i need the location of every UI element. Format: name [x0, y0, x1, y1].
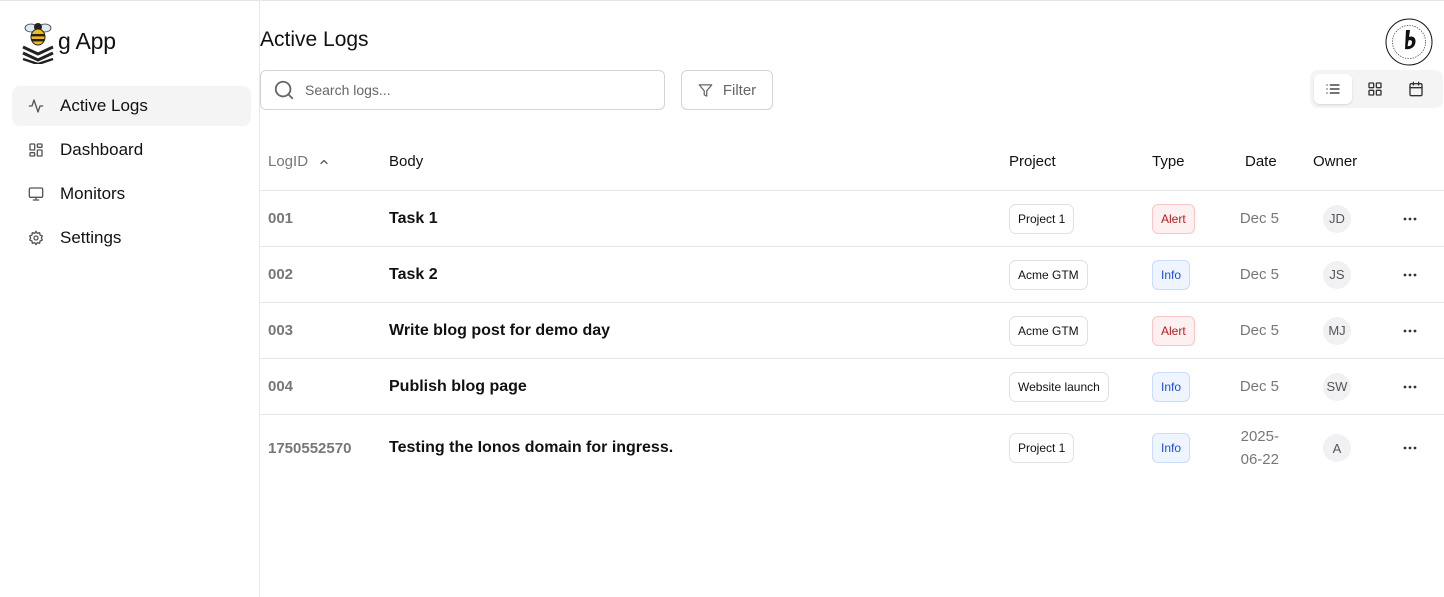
logs-table: LogID Body Project Type Date Owner 001 T… — [260, 135, 1444, 481]
log-date: Dec 5 — [1239, 322, 1279, 339]
table-header: LogID Body Project Type Date Owner — [260, 135, 1444, 191]
calendar-view-icon — [1409, 81, 1423, 97]
column-header-owner[interactable]: Owner — [1313, 153, 1357, 170]
table-row[interactable]: 004 Publish blog page Website launch Inf… — [260, 359, 1444, 415]
list-view-button[interactable] — [1314, 74, 1352, 104]
more-horizontal-icon — [1403, 385, 1417, 388]
filter-button[interactable]: Filter — [681, 70, 773, 110]
filter-label: Filter — [722, 81, 757, 99]
calendar-view-button[interactable] — [1397, 74, 1435, 104]
more-actions-button[interactable] — [1400, 415, 1420, 481]
log-id: 002 — [268, 266, 294, 283]
project-badge: Project 1 — [1009, 203, 1075, 234]
brand[interactable]: g App — [20, 18, 116, 64]
project-badge: Website launch — [1009, 371, 1109, 402]
search-input[interactable] — [305, 82, 645, 98]
log-date: Dec 5 — [1239, 378, 1279, 395]
sidebar-item-label: Dashboard — [60, 140, 144, 159]
sidebar-item-label: Monitors — [60, 184, 126, 203]
column-header-body[interactable]: Body — [389, 153, 423, 170]
avatar: JS — [1323, 260, 1351, 289]
search-icon — [274, 80, 294, 100]
log-body: Write blog post for demo day — [389, 321, 611, 339]
log-id: 003 — [268, 322, 294, 339]
avatar: SW — [1323, 372, 1351, 401]
sidebar-item-active-logs[interactable]: Active Logs — [12, 86, 251, 126]
more-horizontal-icon — [1403, 329, 1417, 332]
type-badge: Info — [1152, 259, 1191, 290]
log-date: 2025-06-22 — [1240, 428, 1279, 468]
sidebar-nav: Active Logs Dashboard Monitors Settings — [12, 86, 251, 262]
log-date: Dec 5 — [1239, 266, 1279, 283]
type-badge: Alert — [1152, 203, 1195, 234]
project-badge: Project 1 — [1009, 433, 1075, 463]
table-row[interactable]: 001 Task 1 Project 1 Alert Dec 5 JD — [260, 191, 1444, 247]
project-badge: Acme GTM — [1009, 315, 1088, 346]
table-row[interactable]: 003 Write blog post for demo day Acme GT… — [260, 303, 1444, 359]
more-actions-button[interactable] — [1400, 303, 1420, 358]
more-horizontal-icon — [1403, 217, 1417, 220]
column-header-label: LogID — [268, 153, 309, 170]
app-name: g App — [58, 27, 116, 54]
list-view-icon — [1326, 84, 1340, 94]
filter-icon — [698, 83, 713, 97]
column-header-date[interactable]: Date — [1245, 153, 1277, 170]
grid-view-button[interactable] — [1356, 74, 1394, 104]
log-id: 1750552570 — [268, 439, 352, 457]
more-horizontal-icon — [1403, 273, 1417, 276]
type-badge: Info — [1152, 371, 1191, 402]
log-body: Publish blog page — [389, 377, 527, 395]
grid-view-icon — [1367, 82, 1382, 96]
log-body: Testing the Ionos domain for ingress. — [389, 439, 674, 456]
monitor-icon — [28, 186, 44, 202]
avatar: MJ — [1323, 316, 1351, 345]
column-header-type[interactable]: Type — [1152, 153, 1185, 170]
more-horizontal-icon — [1403, 446, 1417, 450]
more-actions-button[interactable] — [1400, 191, 1420, 246]
table-row[interactable]: 1750552570 Testing the Ionos domain for … — [260, 415, 1444, 481]
column-header-logid[interactable]: LogID — [268, 153, 330, 170]
page-title: Active Logs — [260, 28, 369, 51]
table-row[interactable]: 002 Task 2 Acme GTM Info Dec 5 JS — [260, 247, 1444, 303]
column-header-project[interactable]: Project — [1009, 153, 1056, 170]
bee-logo-icon — [22, 23, 54, 64]
main-content: Active Logs Filter LogID — [260, 0, 1444, 597]
view-mode-toggle — [1310, 70, 1443, 108]
sidebar-item-monitors[interactable]: Monitors — [12, 174, 251, 214]
activity-icon — [28, 98, 44, 114]
bolt-badge-icon[interactable] — [1385, 18, 1433, 66]
log-date: Dec 5 — [1239, 210, 1279, 227]
type-badge: Alert — [1152, 315, 1195, 346]
avatar: A — [1323, 434, 1351, 462]
chevron-up-icon — [318, 156, 330, 168]
log-id: 001 — [268, 210, 294, 227]
dashboard-icon — [28, 142, 44, 158]
more-actions-button[interactable] — [1400, 247, 1420, 302]
sidebar-item-label: Settings — [60, 228, 122, 247]
log-body: Task 2 — [389, 265, 438, 283]
log-body: Task 1 — [389, 209, 438, 227]
sidebar-item-dashboard[interactable]: Dashboard — [12, 130, 251, 170]
more-actions-button[interactable] — [1400, 359, 1420, 414]
project-badge: Acme GTM — [1009, 259, 1088, 290]
type-badge: Info — [1152, 433, 1191, 463]
sidebar-item-settings[interactable]: Settings — [12, 218, 251, 258]
sidebar-item-label: Active Logs — [60, 96, 148, 115]
gear-icon — [28, 230, 44, 246]
avatar: JD — [1323, 204, 1351, 233]
sidebar: g App Active Logs Dashboard Monitors Set… — [0, 0, 260, 597]
search-box[interactable] — [260, 70, 665, 110]
log-id: 004 — [268, 378, 294, 395]
